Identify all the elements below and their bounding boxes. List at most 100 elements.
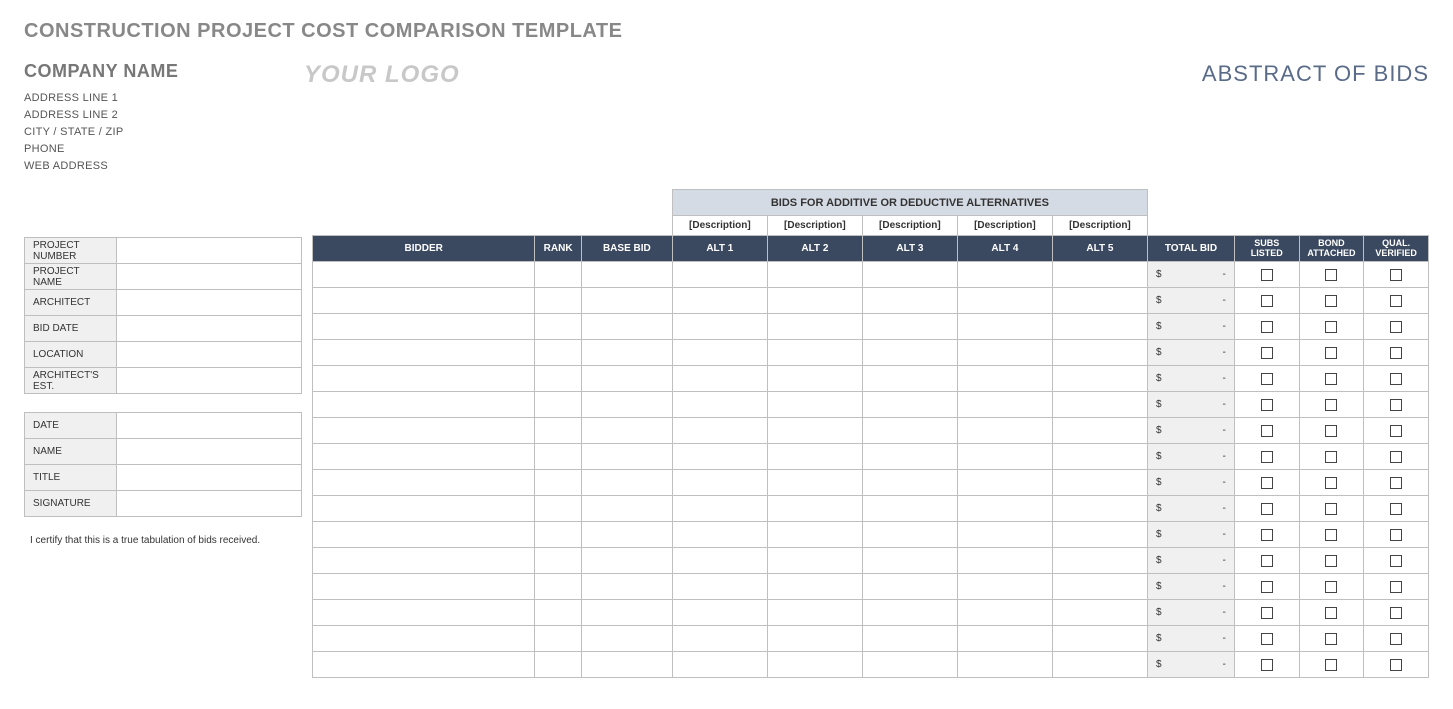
bond-attached-checkbox[interactable] [1325,503,1337,515]
bid-cell[interactable] [1052,522,1147,548]
bond-attached-checkbox[interactable] [1325,295,1337,307]
bid-cell[interactable] [767,626,862,652]
bid-cell[interactable] [535,652,581,678]
bid-cell[interactable] [313,262,535,288]
bid-cell[interactable] [535,522,581,548]
bid-cell[interactable] [672,418,767,444]
value-name[interactable] [117,439,302,465]
subs-listed-checkbox[interactable] [1261,399,1273,411]
bid-cell[interactable] [862,288,957,314]
qual-verified-checkbox[interactable] [1390,269,1402,281]
value-architect[interactable] [117,290,302,316]
value-title[interactable] [117,465,302,491]
bid-cell[interactable] [767,288,862,314]
bid-cell[interactable] [1052,496,1147,522]
bid-cell[interactable] [535,574,581,600]
bid-cell[interactable] [313,574,535,600]
subs-listed-checkbox[interactable] [1261,529,1273,541]
bid-cell[interactable] [862,600,957,626]
bid-cell[interactable] [672,444,767,470]
bid-cell[interactable] [862,548,957,574]
bid-cell[interactable] [1052,262,1147,288]
bid-cell[interactable] [313,522,535,548]
bid-cell[interactable] [535,366,581,392]
bid-cell[interactable] [313,470,535,496]
bid-cell[interactable] [862,496,957,522]
bid-cell[interactable] [862,262,957,288]
qual-verified-checkbox[interactable] [1390,373,1402,385]
bid-cell[interactable] [313,600,535,626]
bid-cell[interactable] [581,548,672,574]
bid-cell[interactable] [957,496,1052,522]
bond-attached-checkbox[interactable] [1325,529,1337,541]
subs-listed-checkbox[interactable] [1261,581,1273,593]
subs-listed-checkbox[interactable] [1261,633,1273,645]
bid-cell[interactable] [1052,652,1147,678]
bid-cell[interactable] [672,600,767,626]
qual-verified-checkbox[interactable] [1390,347,1402,359]
bid-cell[interactable] [767,600,862,626]
bid-cell[interactable] [957,600,1052,626]
bid-cell[interactable] [581,522,672,548]
bid-cell[interactable] [957,522,1052,548]
bid-cell[interactable] [957,470,1052,496]
bid-cell[interactable] [535,392,581,418]
bid-cell[interactable] [767,314,862,340]
alt3-description[interactable]: [Description] [862,216,957,236]
bid-cell[interactable] [957,418,1052,444]
bid-cell[interactable] [581,574,672,600]
alt5-description[interactable]: [Description] [1052,216,1147,236]
bid-cell[interactable] [535,548,581,574]
bid-cell[interactable] [535,470,581,496]
bid-cell[interactable] [581,626,672,652]
bid-cell[interactable] [1052,288,1147,314]
value-location[interactable] [117,342,302,368]
bid-cell[interactable] [672,470,767,496]
qual-verified-checkbox[interactable] [1390,529,1402,541]
bid-cell[interactable] [957,314,1052,340]
qual-verified-checkbox[interactable] [1390,659,1402,671]
bid-cell[interactable] [767,496,862,522]
bid-cell[interactable] [767,548,862,574]
bid-cell[interactable] [862,366,957,392]
subs-listed-checkbox[interactable] [1261,373,1273,385]
qual-verified-checkbox[interactable] [1390,607,1402,619]
subs-listed-checkbox[interactable] [1261,321,1273,333]
bid-cell[interactable] [1052,314,1147,340]
bid-cell[interactable] [535,314,581,340]
bid-cell[interactable] [313,496,535,522]
qual-verified-checkbox[interactable] [1390,477,1402,489]
bond-attached-checkbox[interactable] [1325,451,1337,463]
bid-cell[interactable] [1052,574,1147,600]
bid-cell[interactable] [581,470,672,496]
bid-cell[interactable] [581,262,672,288]
bid-cell[interactable] [535,600,581,626]
bid-cell[interactable] [313,340,535,366]
bid-cell[interactable] [1052,418,1147,444]
bid-cell[interactable] [672,548,767,574]
subs-listed-checkbox[interactable] [1261,555,1273,567]
bid-cell[interactable] [535,340,581,366]
qual-verified-checkbox[interactable] [1390,581,1402,593]
bid-cell[interactable] [672,262,767,288]
alt4-description[interactable]: [Description] [957,216,1052,236]
bond-attached-checkbox[interactable] [1325,347,1337,359]
bid-cell[interactable] [672,574,767,600]
bid-cell[interactable] [535,496,581,522]
bid-cell[interactable] [767,444,862,470]
bid-cell[interactable] [862,314,957,340]
bid-cell[interactable] [767,262,862,288]
subs-listed-checkbox[interactable] [1261,451,1273,463]
bid-cell[interactable] [313,418,535,444]
bid-cell[interactable] [957,288,1052,314]
qual-verified-checkbox[interactable] [1390,633,1402,645]
bid-cell[interactable] [1052,600,1147,626]
bid-cell[interactable] [767,470,862,496]
bid-cell[interactable] [672,366,767,392]
bond-attached-checkbox[interactable] [1325,477,1337,489]
bid-cell[interactable] [957,574,1052,600]
bid-cell[interactable] [581,340,672,366]
subs-listed-checkbox[interactable] [1261,269,1273,281]
alt1-description[interactable]: [Description] [672,216,767,236]
bid-cell[interactable] [1052,470,1147,496]
